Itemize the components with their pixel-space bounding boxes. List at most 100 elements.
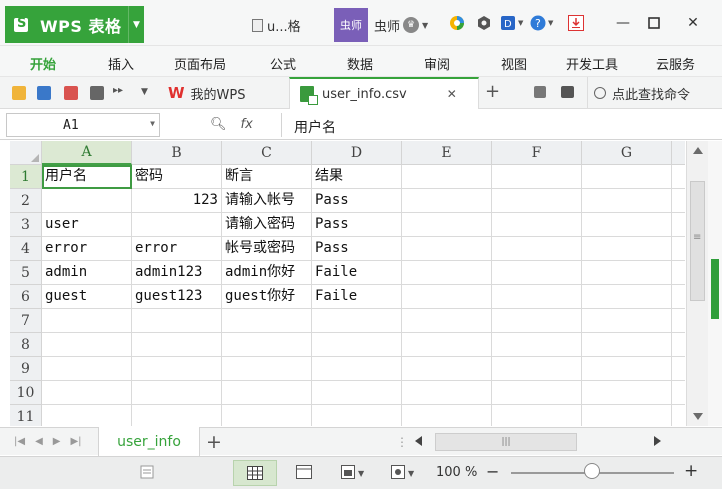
- tab-page-layout[interactable]: 页面布局: [174, 54, 226, 73]
- cell[interactable]: [582, 285, 672, 309]
- close-tab-icon[interactable]: ✕: [447, 87, 457, 101]
- row-header[interactable]: 1: [10, 165, 42, 189]
- vertical-scroll-thumb[interactable]: [690, 181, 705, 301]
- cell[interactable]: [42, 405, 132, 426]
- cell[interactable]: [582, 333, 672, 357]
- cell[interactable]: [672, 405, 685, 426]
- cell[interactable]: error: [132, 237, 222, 261]
- cell[interactable]: 断言: [222, 165, 312, 189]
- cell[interactable]: [492, 237, 582, 261]
- cell[interactable]: [492, 189, 582, 213]
- zoom-out-icon[interactable]: −: [486, 462, 499, 481]
- cell[interactable]: [132, 357, 222, 381]
- cell[interactable]: [222, 333, 312, 357]
- spreadsheet-grid[interactable]: A B C D E F G 1 2 3 4 5 6 7 8 9 10 11 用户…: [10, 141, 685, 426]
- avatar[interactable]: 虫师: [334, 8, 368, 42]
- sheet-tab[interactable]: user_info: [98, 427, 200, 456]
- share-icon[interactable]: D: [500, 15, 516, 31]
- cell[interactable]: user: [42, 213, 132, 237]
- maximize-icon[interactable]: [645, 14, 663, 32]
- cell[interactable]: admin你好: [222, 261, 312, 285]
- cell[interactable]: [222, 357, 312, 381]
- new-tab-icon[interactable]: +: [485, 81, 500, 102]
- page-break-view-icon[interactable]: ▼: [341, 465, 367, 479]
- user-account[interactable]: 虫师 虫师 ♛ ▼: [334, 8, 428, 42]
- download-icon[interactable]: [568, 15, 584, 31]
- cell[interactable]: [402, 381, 492, 405]
- horizontal-scroll-thumb[interactable]: |||: [435, 433, 577, 451]
- cell[interactable]: [492, 285, 582, 309]
- cell[interactable]: [222, 309, 312, 333]
- cell[interactable]: [582, 261, 672, 285]
- first-sheet-icon[interactable]: |◀: [14, 436, 25, 447]
- column-header[interactable]: E: [402, 141, 492, 165]
- cell[interactable]: [672, 333, 685, 357]
- row-header[interactable]: 10: [10, 381, 42, 405]
- document-status-icon[interactable]: [140, 465, 156, 479]
- select-all-corner[interactable]: [10, 141, 42, 165]
- tab-home[interactable]: 开始: [30, 54, 56, 73]
- cell[interactable]: [582, 405, 672, 426]
- cell[interactable]: [132, 381, 222, 405]
- cell[interactable]: [42, 333, 132, 357]
- cell[interactable]: [312, 309, 402, 333]
- cell[interactable]: 结果: [312, 165, 402, 189]
- cell[interactable]: [492, 405, 582, 426]
- page-view-icon[interactable]: [296, 465, 312, 479]
- reading-mode-icon[interactable]: ▼: [391, 465, 417, 479]
- cell[interactable]: [672, 213, 685, 237]
- skin-icon[interactable]: [449, 15, 465, 31]
- open-icon[interactable]: [12, 86, 26, 100]
- scroll-up-icon[interactable]: [693, 147, 703, 154]
- column-header[interactable]: C: [222, 141, 312, 165]
- horizontal-scrollbar[interactable]: |||: [409, 432, 667, 452]
- cell[interactable]: [312, 357, 402, 381]
- cell[interactable]: admin: [42, 261, 132, 285]
- cell[interactable]: [402, 357, 492, 381]
- cell[interactable]: 请输入密码: [222, 213, 312, 237]
- row-header[interactable]: 8: [10, 333, 42, 357]
- cell[interactable]: guest123: [132, 285, 222, 309]
- cell[interactable]: Faile: [312, 285, 402, 309]
- zoom-search-icon[interactable]: 🔍︎: [210, 117, 227, 132]
- cell[interactable]: [672, 189, 685, 213]
- add-sheet-icon[interactable]: +: [206, 431, 222, 453]
- scroll-down-icon[interactable]: [693, 413, 703, 420]
- cell[interactable]: [672, 285, 685, 309]
- cell[interactable]: [672, 357, 685, 381]
- name-box[interactable]: A1 ▼: [6, 113, 160, 137]
- cell[interactable]: 密码: [132, 165, 222, 189]
- tab-user-info-csv[interactable]: user_info.csv ✕: [289, 77, 479, 109]
- close-icon[interactable]: ✕: [684, 14, 702, 32]
- screen-icon[interactable]: [534, 86, 546, 98]
- cell[interactable]: [672, 237, 685, 261]
- cell[interactable]: [402, 309, 492, 333]
- cell[interactable]: admin123: [132, 261, 222, 285]
- cell[interactable]: [672, 309, 685, 333]
- cell[interactable]: [312, 381, 402, 405]
- normal-view-button[interactable]: [233, 460, 277, 486]
- chevron-down-icon[interactable]: ▼: [128, 6, 144, 43]
- cell[interactable]: [492, 165, 582, 189]
- cell[interactable]: [672, 165, 685, 189]
- row-header[interactable]: 11: [10, 405, 42, 426]
- command-search[interactable]: 点此查找命令: [587, 77, 690, 109]
- cell[interactable]: [402, 213, 492, 237]
- settings-icon[interactable]: [476, 15, 492, 31]
- column-header[interactable]: B: [132, 141, 222, 165]
- save-icon[interactable]: [37, 86, 51, 100]
- cell[interactable]: [312, 405, 402, 426]
- zoom-in-icon[interactable]: +: [684, 461, 698, 481]
- cell[interactable]: [492, 333, 582, 357]
- row-header[interactable]: 5: [10, 261, 42, 285]
- cell[interactable]: [492, 261, 582, 285]
- tab-my-wps[interactable]: W 我的WPS: [158, 77, 289, 109]
- cell[interactable]: guest你好: [222, 285, 312, 309]
- tab-formulas[interactable]: 公式: [270, 54, 296, 73]
- cell[interactable]: Faile: [312, 261, 402, 285]
- next-sheet-icon[interactable]: ▶: [53, 436, 61, 447]
- row-header[interactable]: 3: [10, 213, 42, 237]
- vip-icon[interactable]: ♛: [403, 17, 420, 33]
- cell[interactable]: [582, 213, 672, 237]
- cell[interactable]: [402, 237, 492, 261]
